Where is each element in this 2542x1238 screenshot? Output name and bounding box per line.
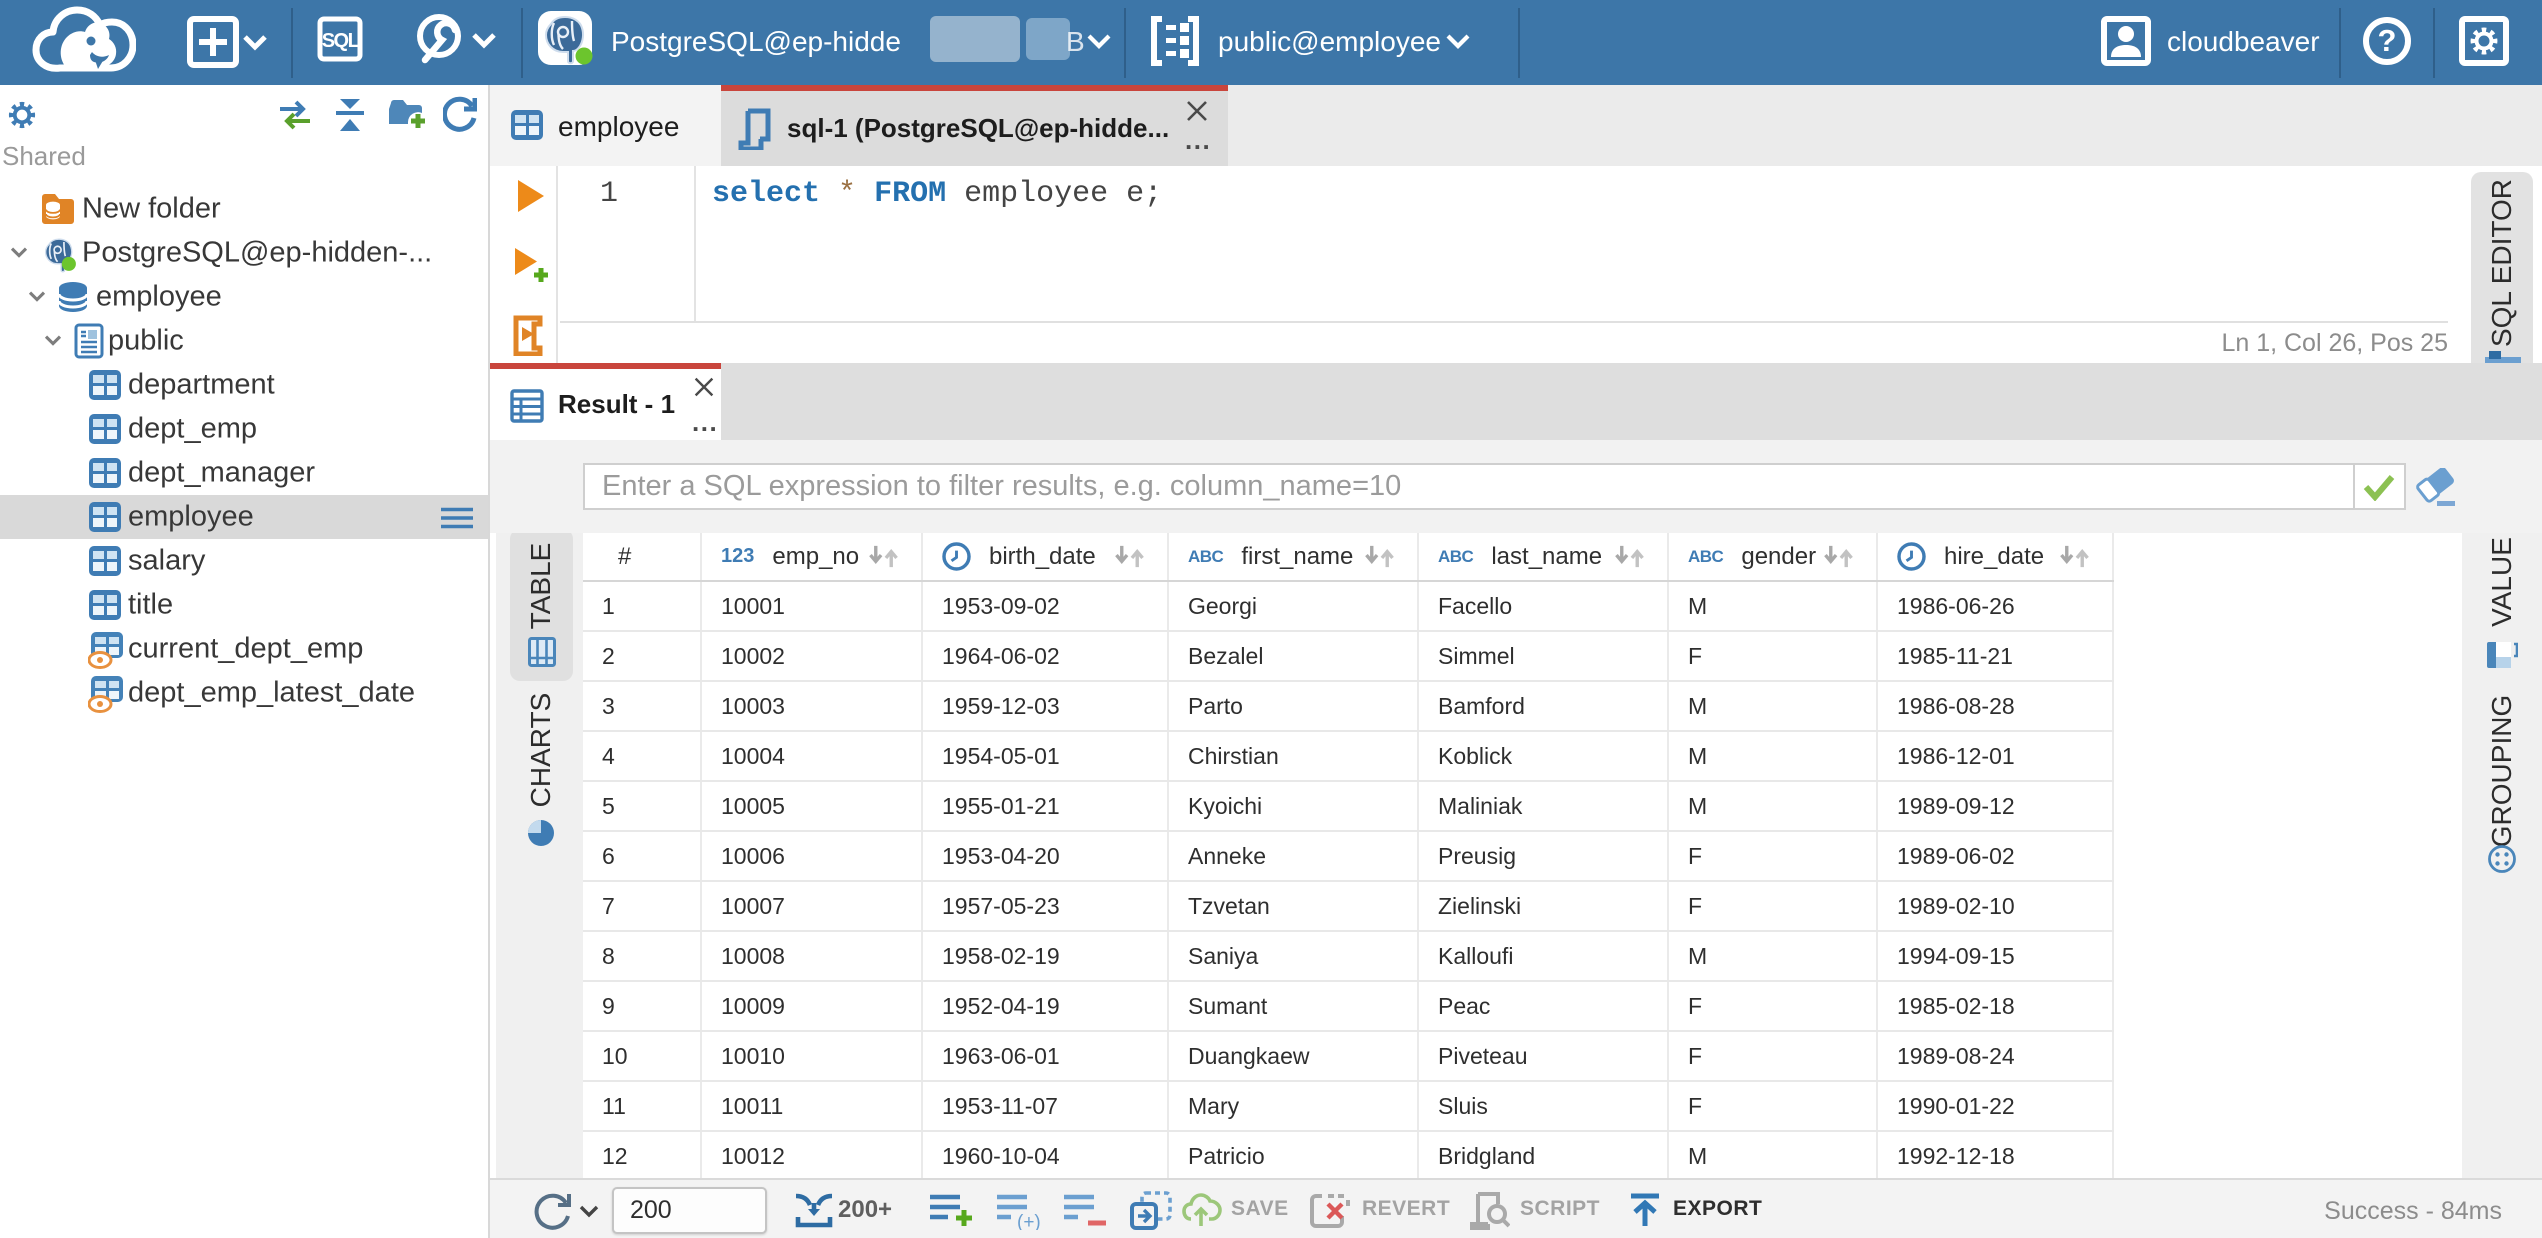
svg-text:(+): (+) <box>1017 1212 1041 1230</box>
svg-text:SQL: SQL <box>322 30 360 52</box>
svg-text:?: ? <box>2378 23 2397 58</box>
